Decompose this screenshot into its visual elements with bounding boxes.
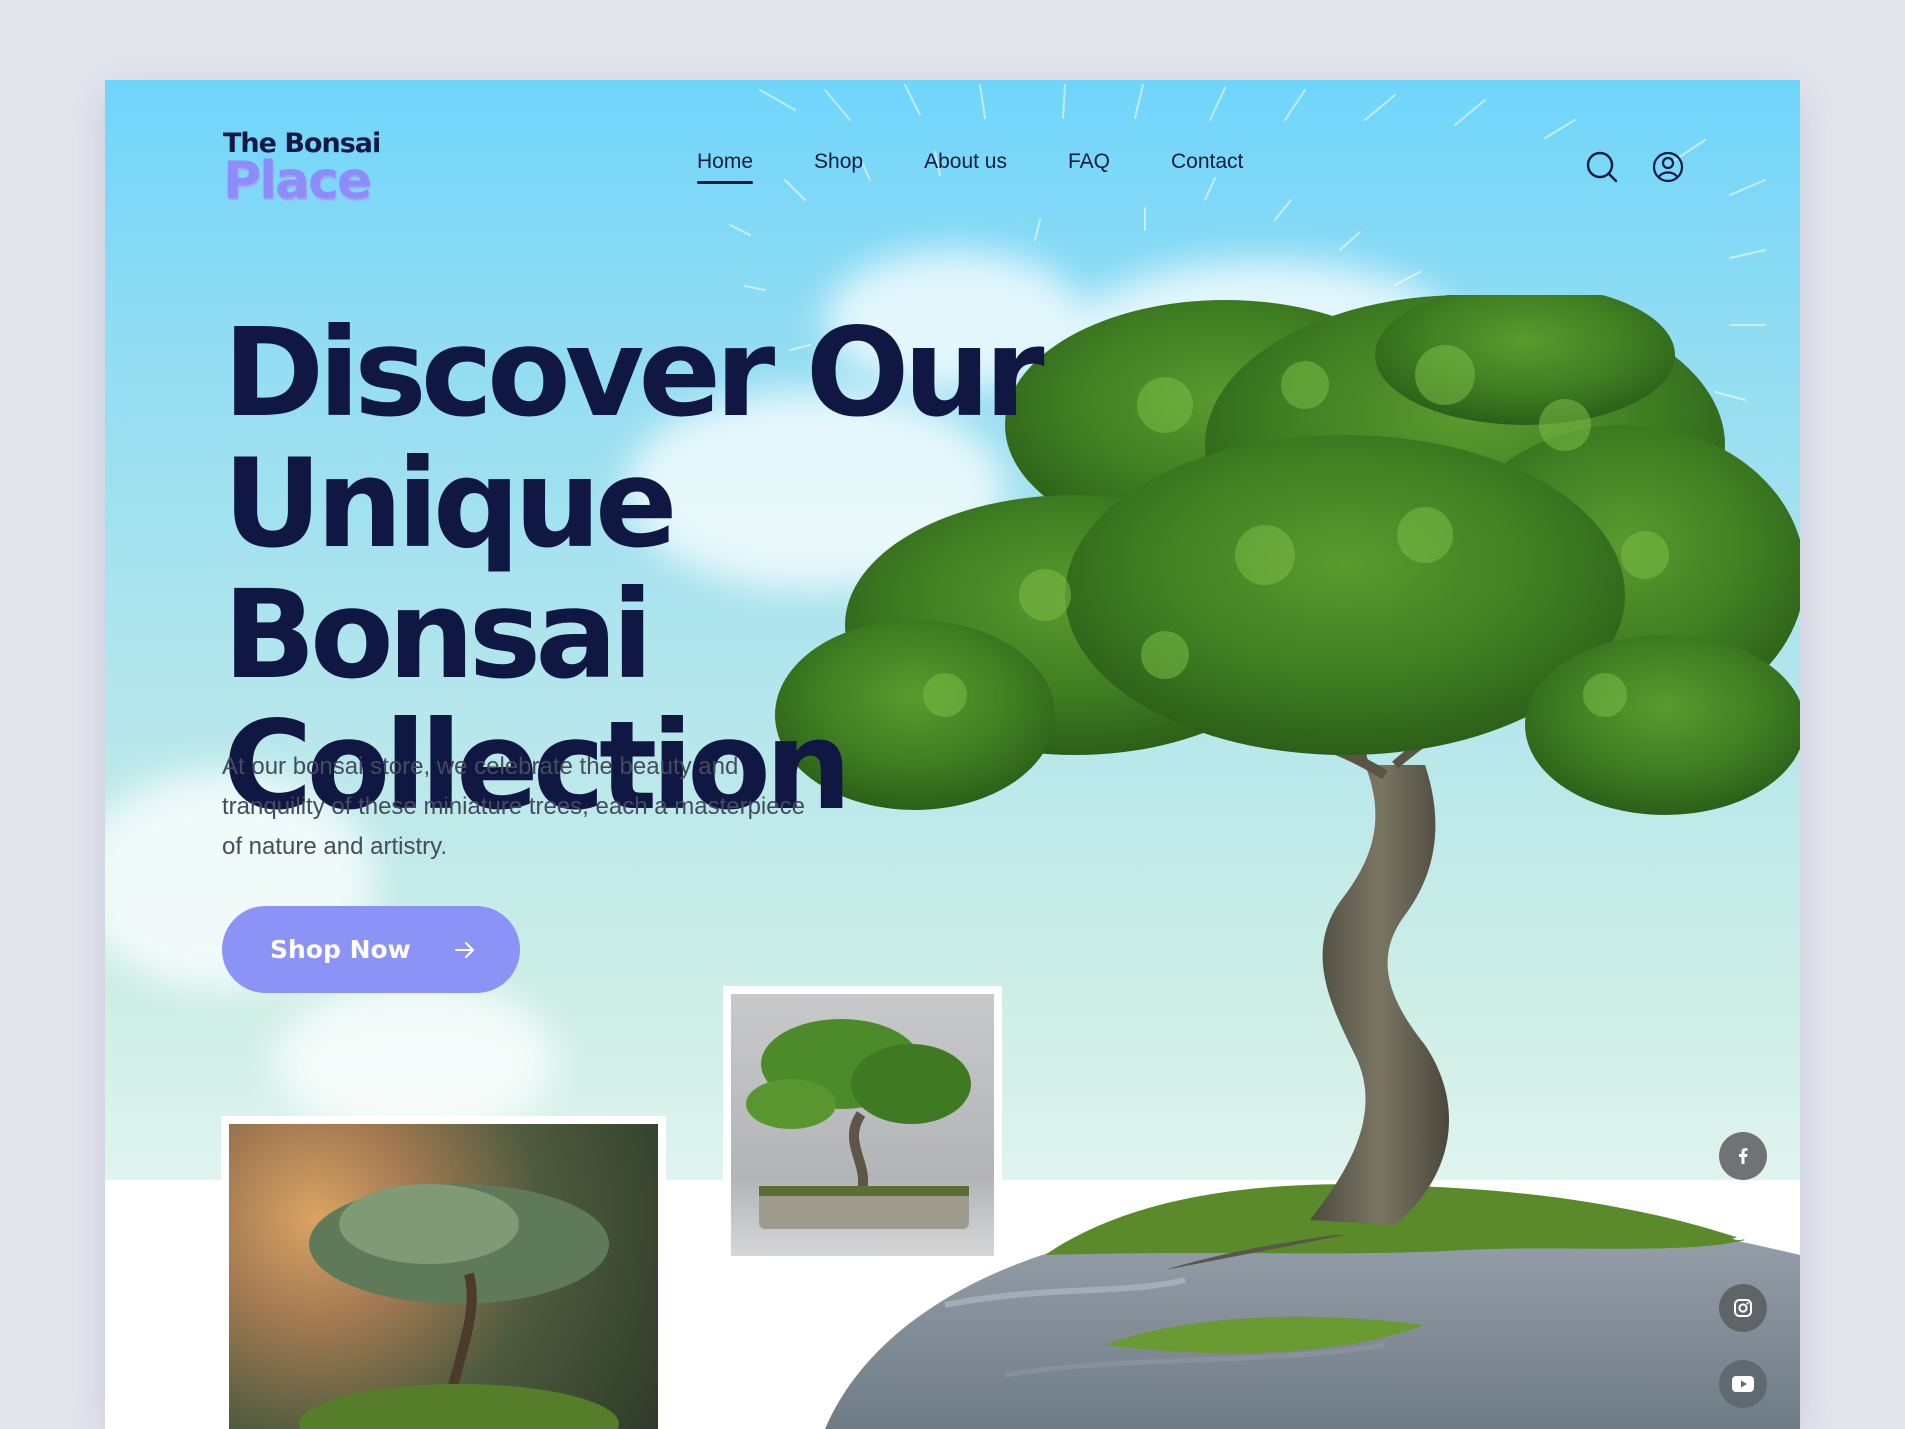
hero-description: At our bonsai store, we celebrate the be… [222, 753, 805, 860]
shop-now-label: Shop Now [270, 935, 411, 964]
nav-contact[interactable]: Contact [1171, 150, 1243, 184]
pine-bonsai-photo [229, 1124, 658, 1429]
brand-logo[interactable]: The Bonsai Place [223, 130, 381, 211]
hero-title-line-2: Unique Bonsai [223, 433, 678, 706]
potted-bonsai-photo [731, 994, 994, 1256]
nav-shop[interactable]: Shop [814, 150, 863, 184]
pine-bonsai-photo-card[interactable] [221, 1116, 666, 1429]
nav-about-us[interactable]: About us [924, 150, 1007, 184]
shop-now-button[interactable]: Shop Now [222, 906, 520, 993]
nav-home[interactable]: Home [697, 150, 754, 184]
brand-line-2: Place [223, 151, 372, 211]
arrow-right-icon [454, 938, 476, 967]
search-icon[interactable] [1585, 150, 1619, 184]
facebook-icon[interactable] [1719, 1132, 1767, 1180]
user-account-icon[interactable] [1651, 150, 1685, 184]
nav-faq[interactable]: FAQ [1068, 150, 1110, 184]
hero-card: The Bonsai Place Home Shop About us FAQ … [105, 80, 1800, 1429]
main-nav: Home Shop About us FAQ Contact [697, 150, 1304, 184]
hero-title-line-1: Discover Our [223, 302, 1044, 444]
instagram-icon[interactable] [1719, 1284, 1767, 1332]
twitter-icon[interactable] [1719, 1208, 1767, 1256]
potted-bonsai-photo-card[interactable] [723, 986, 1002, 1264]
youtube-icon[interactable] [1719, 1360, 1767, 1408]
